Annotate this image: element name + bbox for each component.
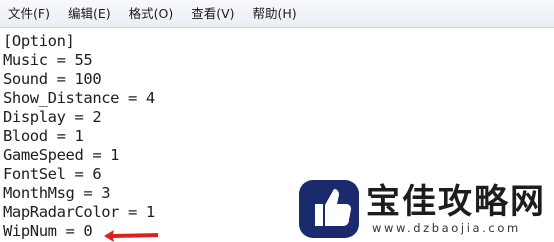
text-line-sound: Sound = 100	[3, 70, 102, 88]
menu-file[interactable]: 文件(F)	[2, 0, 56, 28]
red-arrow-icon	[104, 230, 158, 242]
menu-bar: 文件(F) 编辑(E) 格式(O) 查看(V) 帮助(H)	[0, 0, 554, 28]
watermark-url: www.dzbaojia.com	[372, 221, 521, 235]
menu-format[interactable]: 格式(O)	[123, 0, 180, 28]
text-line-mapradarcolor: MapRadarColor = 1	[3, 203, 155, 221]
text-line-show-distance: Show_Distance = 4	[3, 89, 155, 107]
menu-edit[interactable]: 编辑(E)	[62, 0, 117, 28]
menu-help[interactable]: 帮助(H)	[247, 0, 303, 28]
watermark-title: 宝佳攻略网	[366, 182, 546, 222]
text-line-blood: Blood = 1	[3, 127, 84, 145]
menu-view[interactable]: 查看(V)	[185, 0, 240, 28]
text-line-fontsel: FontSel = 6	[3, 165, 102, 183]
text-line-option-header: [Option]	[3, 32, 75, 50]
text-line-music: Music = 55	[3, 51, 93, 69]
text-line-display: Display = 2	[3, 108, 102, 126]
text-line-monthmsg: MonthMsg = 3	[3, 184, 111, 202]
text-line-gamespeed: GameSpeed = 1	[3, 146, 120, 164]
text-line-wipnum: WipNum = 0	[3, 222, 93, 240]
watermark-logo-icon	[299, 180, 359, 238]
